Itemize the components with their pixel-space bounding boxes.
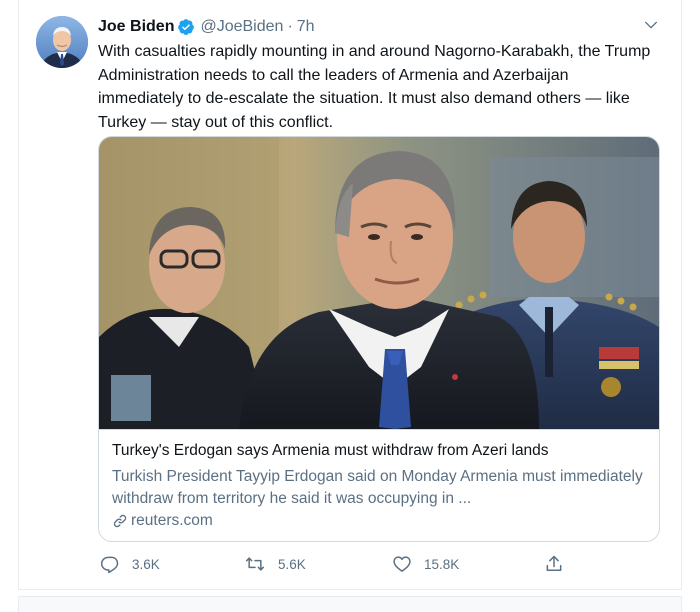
tweet-timestamp[interactable]: 7h [297, 18, 315, 36]
card-body: Turkey's Erdogan says Armenia must withd… [99, 429, 659, 541]
card-image [99, 137, 659, 429]
chevron-down-icon[interactable] [640, 14, 662, 36]
share-icon [546, 555, 562, 571]
author-handle[interactable]: @JoeBiden [200, 18, 283, 36]
header-separator: · [287, 18, 293, 35]
retweet-count: 5.6K [278, 556, 306, 572]
reply-button[interactable]: 3.6K [100, 554, 160, 574]
like-count: 15.8K [424, 556, 460, 572]
tweet-text: With casualties rapidly mounting in and … [98, 43, 651, 131]
reply-icon [100, 556, 119, 574]
card-description: Turkish President Tayyip Erdogan said on… [112, 468, 643, 507]
retweet-icon [245, 557, 265, 571]
tweet-header: Joe Biden @JoeBiden · 7h [98, 16, 315, 38]
like-button[interactable]: 15.8K [392, 554, 459, 574]
reply-count: 3.6K [132, 556, 160, 572]
author-name[interactable]: Joe Biden [98, 18, 174, 36]
heart-icon [393, 556, 411, 572]
avatar[interactable] [36, 16, 88, 68]
avatar-image [36, 16, 88, 68]
retweet-button[interactable]: 5.6K [244, 554, 306, 574]
link-card[interactable]: Turkey's Erdogan says Armenia must withd… [98, 136, 660, 542]
action-bar: 3.6K 5.6K 15.8K [98, 554, 578, 578]
verified-badge-icon [177, 18, 195, 36]
card-title: Turkey's Erdogan says Armenia must withd… [112, 442, 549, 459]
link-icon [113, 514, 127, 528]
card-domain: reuters.com [131, 512, 213, 529]
share-button[interactable] [544, 554, 576, 574]
card-domain-row: reuters.com [112, 512, 213, 530]
next-tweet-edge [18, 596, 682, 612]
